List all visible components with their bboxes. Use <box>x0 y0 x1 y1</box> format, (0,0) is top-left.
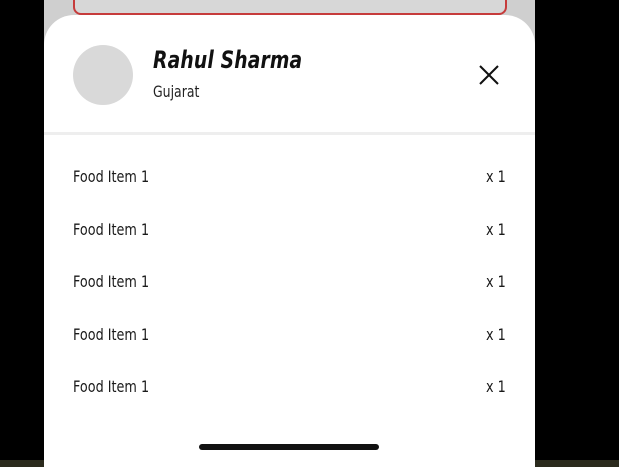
item-quantity: x 1 <box>486 220 506 239</box>
list-item: Food Item 1 x 1 <box>73 323 506 347</box>
close-icon <box>479 65 499 85</box>
item-name: Food Item 1 <box>73 325 150 344</box>
list-item: Food Item 1 x 1 <box>73 375 506 399</box>
item-quantity: x 1 <box>486 167 506 186</box>
user-name: Rahul Sharma <box>153 46 303 74</box>
close-button[interactable] <box>474 60 504 90</box>
phone-screen: Rahul Sharma Gujarat Food Item 1 x 1 Foo… <box>44 0 535 467</box>
sheet-header: Rahul Sharma Gujarat <box>44 15 535 135</box>
item-name: Food Item 1 <box>73 167 150 186</box>
item-quantity: x 1 <box>486 377 506 396</box>
list-item: Food Item 1 x 1 <box>73 270 506 294</box>
list-item: Food Item 1 x 1 <box>73 218 506 242</box>
background-order-card[interactable] <box>73 0 507 15</box>
item-quantity: x 1 <box>486 272 506 291</box>
item-name: Food Item 1 <box>73 377 150 396</box>
item-quantity: x 1 <box>486 325 506 344</box>
user-location: Gujarat <box>153 82 200 101</box>
order-details-sheet: Rahul Sharma Gujarat Food Item 1 x 1 Foo… <box>44 15 535 467</box>
list-item: Food Item 1 x 1 <box>73 165 506 189</box>
item-name: Food Item 1 <box>73 220 150 239</box>
home-indicator[interactable] <box>199 444 379 450</box>
avatar <box>73 45 133 105</box>
item-name: Food Item 1 <box>73 272 150 291</box>
